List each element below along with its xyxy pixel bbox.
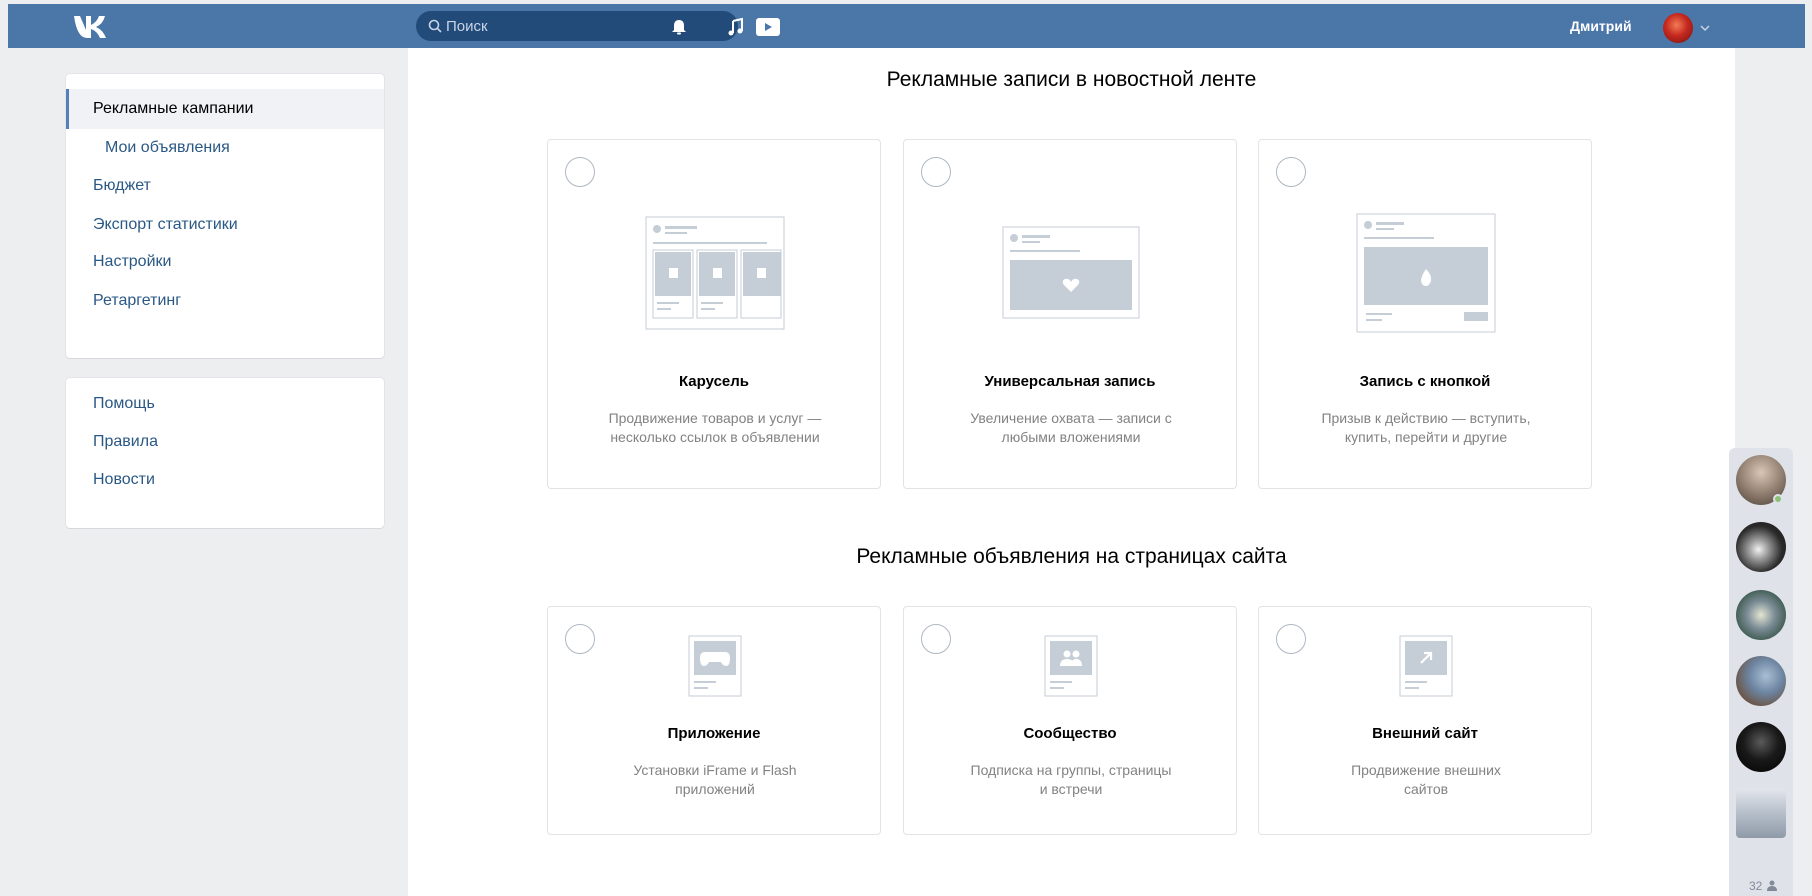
card-description-line: Увеличение охвата — записи с xyxy=(970,410,1172,426)
menu-item-budget[interactable]: Бюджет xyxy=(66,166,384,206)
card-description-line: любыми вложениями xyxy=(1001,429,1141,445)
external-link-icon xyxy=(1399,635,1453,697)
friends-online-panel: 32 xyxy=(1729,448,1793,896)
menu-item-settings[interactable]: Настройки xyxy=(66,242,384,282)
carousel-illustration-icon xyxy=(645,216,785,330)
card-title: Универсальная запись xyxy=(984,373,1156,390)
friend-avatar[interactable] xyxy=(1736,722,1786,772)
top-header: Дмитрий xyxy=(8,4,1805,48)
ad-format-card-carousel[interactable]: Карусель Продвижение товаров и услуг — н… xyxy=(547,139,881,489)
menu-item-news[interactable]: Новости xyxy=(66,460,384,500)
card-description-line: Продвижение товаров и услуг — xyxy=(608,410,822,426)
card-title: Карусель xyxy=(678,373,750,390)
person-icon xyxy=(1767,880,1777,891)
ad-format-card-community[interactable]: Сообщество Подписка на группы, страницы … xyxy=(903,606,1237,835)
card-title: Запись с кнопкой xyxy=(1359,373,1491,390)
ad-format-card-external-site[interactable]: Внешний сайт Продвижение внешних сайтов xyxy=(1258,606,1592,835)
card-description: Продвижение товаров и услуг — несколько … xyxy=(578,409,852,447)
menu-item-retargeting[interactable]: Ретаргетинг xyxy=(66,281,384,321)
community-icon xyxy=(1044,635,1098,697)
card-title: Сообщество xyxy=(1023,725,1117,742)
ad-format-card-app[interactable]: Приложение Установки iFrame и Flash прил… xyxy=(547,606,881,835)
card-description-line: Подписка на группы, страницы xyxy=(970,762,1172,778)
card-description-line: купить, перейти и другие xyxy=(1344,429,1508,445)
ad-format-card-button-post[interactable]: Запись с кнопкой Призыв к действию — вст… xyxy=(1258,139,1592,489)
radio-button[interactable] xyxy=(565,624,595,654)
user-name[interactable]: Дмитрий xyxy=(1570,18,1632,34)
menu-item-campaigns[interactable]: Рекламные кампании xyxy=(66,89,384,129)
card-description-line: Продвижение внешних xyxy=(1351,762,1501,778)
notifications-bell-icon[interactable] xyxy=(668,16,690,38)
friend-avatar[interactable] xyxy=(1736,590,1786,640)
ad-format-card-universal-post[interactable]: Универсальная запись Увеличение охвата —… xyxy=(903,139,1237,489)
music-note-icon[interactable] xyxy=(725,16,747,38)
universal-post-illustration-icon xyxy=(1002,226,1140,319)
radio-button[interactable] xyxy=(1276,157,1306,187)
friend-avatar[interactable] xyxy=(1736,788,1786,838)
ads-menu: Рекламные кампании Мои объявления Бюджет… xyxy=(66,74,384,358)
menu-item-export-stats[interactable]: Экспорт статистики xyxy=(66,205,384,245)
search-icon xyxy=(428,19,442,33)
card-title: Внешний сайт xyxy=(1372,725,1478,742)
card-description: Подписка на группы, страницы и встречи xyxy=(934,761,1208,799)
gamepad-icon xyxy=(688,635,742,697)
friend-avatar[interactable] xyxy=(1736,656,1786,706)
button-post-illustration-icon xyxy=(1356,213,1496,333)
online-friends-count[interactable]: 32 xyxy=(1749,879,1762,893)
card-description-line: Призыв к действию — вступить, xyxy=(1321,410,1531,426)
section-title-feed-ads: Рекламные записи в новостной ленте xyxy=(886,68,1257,91)
card-description-line: несколько ссылок в объявлении xyxy=(610,429,820,445)
online-indicator-icon xyxy=(1773,494,1783,504)
menu-item-help[interactable]: Помощь xyxy=(66,384,384,424)
section-title-site-ads: Рекламные объявления на страницах сайта xyxy=(856,545,1287,568)
user-avatar[interactable] xyxy=(1663,13,1693,43)
friend-avatar[interactable] xyxy=(1736,522,1786,572)
card-description: Установки iFrame и Flash приложений xyxy=(578,761,852,799)
card-description-line: сайтов xyxy=(1403,781,1449,797)
play-video-icon[interactable] xyxy=(755,16,781,38)
menu-item-rules[interactable]: Правила xyxy=(66,422,384,462)
card-description-line: приложений xyxy=(675,781,755,797)
radio-button[interactable] xyxy=(921,624,951,654)
help-menu: Помощь Правила Новости xyxy=(66,378,384,528)
vk-logo-icon[interactable] xyxy=(72,12,108,40)
card-description-line: и встречи xyxy=(1039,781,1103,797)
menu-item-my-ads[interactable]: Мои объявления xyxy=(66,128,384,168)
card-description: Призыв к действию — вступить, купить, пе… xyxy=(1289,409,1563,447)
radio-button[interactable] xyxy=(921,157,951,187)
radio-button[interactable] xyxy=(565,157,595,187)
card-description: Продвижение внешних сайтов xyxy=(1289,761,1563,799)
card-description: Увеличение охвата — записи с любыми влож… xyxy=(934,409,1208,447)
card-title: Приложение xyxy=(667,725,761,742)
radio-button[interactable] xyxy=(1276,624,1306,654)
chevron-down-icon[interactable] xyxy=(1699,24,1711,32)
card-description-line: Установки iFrame и Flash xyxy=(633,762,797,778)
